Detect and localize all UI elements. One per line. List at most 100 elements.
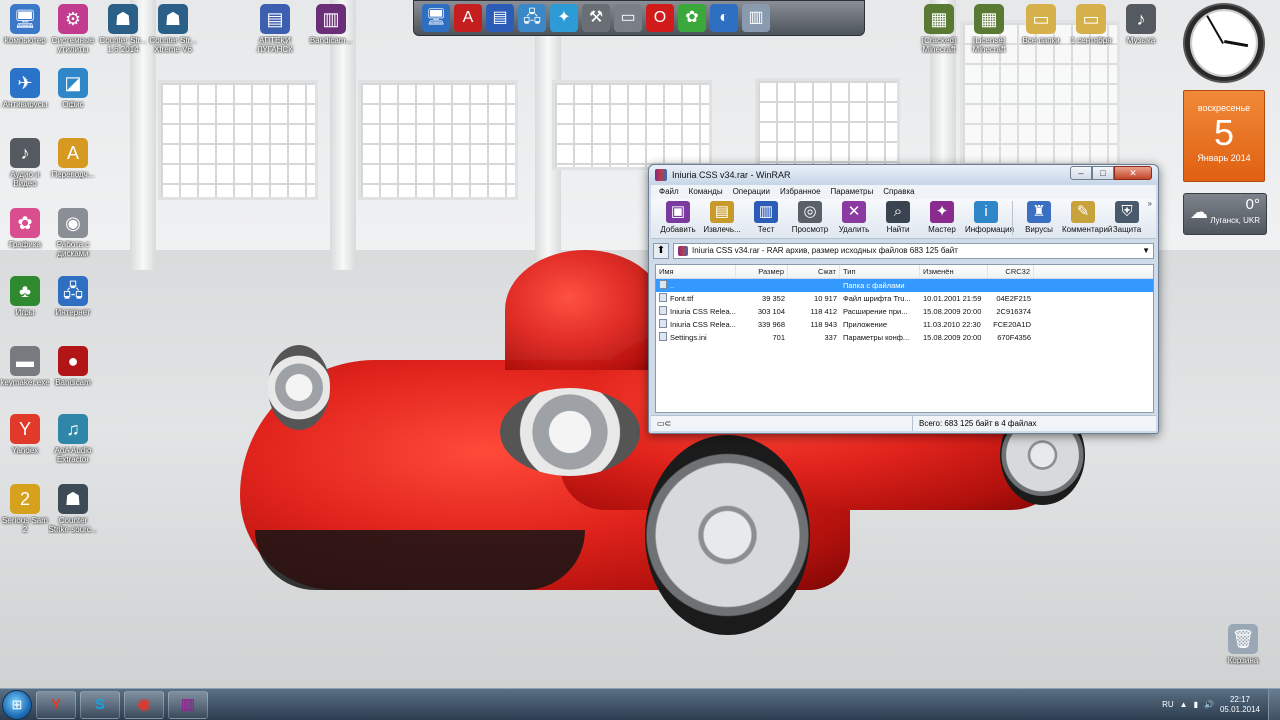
toolbar-wizard-button[interactable]: ✦ Мастер — [921, 201, 963, 234]
dock-icon-network[interactable]: 🖧 — [518, 4, 546, 32]
language-indicator[interactable]: RU — [1162, 700, 1174, 709]
toolbar-test-button[interactable]: ▥ Тест — [745, 201, 787, 234]
desktop-icon-music[interactable]: ♪ Музыка — [1116, 4, 1166, 45]
desktop-icon-label: Все папки — [1022, 36, 1060, 45]
desktop-icon-apteki[interactable]: ▤ АПТЕКИ ЛУГАНСК — [250, 4, 300, 54]
desktop-icon-license-minecraft[interactable]: ▦ [License] Minecraft — [964, 4, 1014, 54]
file-icon — [659, 319, 667, 328]
menu-item[interactable]: Команды — [689, 185, 723, 199]
file-name-text: Settings.ini — [670, 333, 707, 342]
desktop-icon-recycle-bin[interactable]: 🗑 Корзина — [1218, 624, 1268, 665]
desktop-icon-office[interactable]: ◪ Офис — [48, 68, 98, 109]
winrar-window[interactable]: Iniuria CSS v34.rar - WinRAR – □ ✕ Файл К… — [648, 164, 1159, 434]
desktop-icon-antivirus[interactable]: ✈ Антивирусы — [0, 68, 50, 109]
desktop-icon-audio-extractor[interactable]: ♫ AoA Audio Extractor — [48, 414, 98, 464]
tray-arrow-icon[interactable]: ▲ — [1180, 700, 1188, 709]
menu-item[interactable]: Операции — [733, 185, 770, 199]
chevron-down-icon[interactable]: ▼ — [1142, 244, 1150, 258]
clock-gadget[interactable] — [1183, 3, 1265, 83]
column-header[interactable]: CRC32 — [988, 265, 1034, 278]
desktop-icon-counter-strike-16[interactable]: ☗ Counter Str... 1.6 2014 — [98, 4, 148, 54]
taskbar-chrome[interactable]: ◉ — [124, 690, 164, 719]
file-row[interactable]: .. Папка с файлами — [656, 279, 1153, 292]
network-icon[interactable]: ▮ — [1194, 700, 1198, 709]
file-row[interactable]: Iniuria CSS Relea... 303 104 118 412 Расшир… — [656, 305, 1153, 318]
dock-icon-computer[interactable]: 🖥 — [422, 4, 450, 32]
taskbar-yandex[interactable]: Y — [36, 690, 76, 719]
menu-item[interactable]: Параметры — [831, 185, 874, 199]
desktop-icon-computer[interactable]: 🖥 Компьютер — [0, 4, 50, 45]
desktop-icon-games[interactable]: ♣ Игры — [0, 276, 50, 317]
column-header[interactable]: Имя — [656, 265, 736, 278]
maximize-button[interactable]: □ — [1092, 166, 1114, 180]
dock-icon-recycle[interactable]: ▥ — [742, 4, 770, 32]
column-header[interactable]: Сжат — [788, 265, 840, 278]
toolbar-comment-button[interactable]: ✎ Комментарий — [1062, 201, 1112, 234]
toolbar-overflow-icon[interactable]: » — [1148, 199, 1152, 208]
dock-icon-browser[interactable]: ◐ — [710, 4, 738, 32]
weather-gadget[interactable]: ☁ 0° Луганск, UKR — [1183, 193, 1267, 235]
minimize-button[interactable]: – — [1070, 166, 1092, 180]
dock-icon-messenger[interactable]: ✦ — [550, 4, 578, 32]
close-button[interactable]: ✕ — [1114, 166, 1152, 180]
menu-item[interactable]: Справка — [883, 185, 914, 199]
toolbar-find-button[interactable]: ⌕ Найти — [877, 201, 919, 234]
calendar-gadget[interactable]: воскресенье 5 Январь 2014 — [1183, 90, 1265, 182]
desktop-icon-yandex[interactable]: Y Yandex — [0, 414, 50, 455]
toolbar-protect-button[interactable]: ⛨ Защита — [1106, 201, 1148, 234]
desktop-icon-cracked-minecraft[interactable]: ▦ [Cracked] Minecraft — [914, 4, 964, 54]
desktop-icon-disk-tools[interactable]: ◉ Работа с дисками — [48, 208, 98, 258]
weather-city: Луганск, UKR — [1210, 216, 1260, 225]
toolbar-view-button[interactable]: ◎ Просмотр — [789, 201, 831, 234]
column-header[interactable]: Размер — [736, 265, 788, 278]
file-row[interactable]: Font.ttf 39 352 10 917 Файл шрифта Tru... 10… — [656, 292, 1153, 305]
file-row[interactable]: Settings.ini 701 337 Параметры конф... 15.08… — [656, 331, 1153, 344]
dock-icon-document[interactable]: ▤ — [486, 4, 514, 32]
desktop-icon-label: Аудио и Видео — [10, 170, 40, 188]
desktop-icon-bandicam-archive[interactable]: ▥ Bandicam... — [306, 4, 356, 45]
desktop-icon-counter-strike-source[interactable]: ☗ Counter Strike sourc... — [48, 484, 98, 534]
desktop-icon-audio-video[interactable]: ♪ Аудио и Видео — [0, 138, 50, 188]
desktop-icon-translators[interactable]: A Переводч... — [48, 138, 98, 179]
menu-item[interactable]: Файл — [659, 185, 679, 199]
toolbar-info-button[interactable]: i Информация — [965, 201, 1014, 234]
desktop-icon-serious-sam[interactable]: 2 Serious Sam 2 — [0, 484, 50, 534]
column-header[interactable]: Изменён — [920, 265, 988, 278]
address-field[interactable]: Iniuria CSS v34.rar - RAR архив, размер … — [673, 243, 1154, 259]
file-list[interactable]: Имя Размер Сжат Тип Изменён CRC32 .. Папка с ф… — [655, 264, 1154, 413]
desktop-icon-internet[interactable]: 🖧 Интернет — [48, 276, 98, 317]
toolbar-extract-button[interactable]: ▤ Извлечь... — [701, 201, 743, 234]
graphics-icon: ✿ — [10, 208, 40, 238]
toolbar-delete-button[interactable]: ✕ Удалить — [833, 201, 875, 234]
desktop-icon-keymaker[interactable]: ▬ keymaker.exe — [0, 346, 50, 387]
file-size: 339 968 — [757, 320, 785, 329]
winrar-titlebar[interactable]: Iniuria CSS v34.rar - WinRAR – □ ✕ — [649, 165, 1158, 185]
calendar-day: 5 — [1213, 112, 1235, 153]
show-desktop-button[interactable] — [1268, 688, 1280, 720]
toolbar-add-button[interactable]: ▣ Добавить — [657, 201, 699, 234]
file-packed: 337 — [824, 333, 837, 342]
file-packed: 118 943 — [810, 320, 837, 329]
dock-icon-icq[interactable]: ✿ — [678, 4, 706, 32]
file-name-text: .. — [670, 281, 675, 290]
toolbar-virus-button[interactable]: ♜ Вирусы — [1018, 201, 1060, 234]
taskbar-skype[interactable]: S — [80, 690, 120, 719]
volume-icon[interactable]: 🔊 — [1204, 700, 1214, 709]
column-header[interactable]: Тип — [840, 265, 920, 278]
start-button[interactable]: ⊞ — [2, 689, 32, 720]
menu-item[interactable]: Избранное — [780, 185, 821, 199]
taskbar-winrar[interactable]: ▥ — [168, 690, 208, 719]
desktop-icon-bandicam[interactable]: ● Bandicam — [48, 346, 98, 387]
dock-icon-opera[interactable]: O — [646, 4, 674, 32]
up-folder-button[interactable]: ⬆ — [653, 243, 669, 259]
file-row[interactable]: Iniuria CSS Relea... 339 968 118 943 Прилож… — [656, 318, 1153, 331]
desktop-icon-graphics[interactable]: ✿ Графика — [0, 208, 50, 249]
desktop-icon-system-utils[interactable]: ⚙ Системные утилиты — [48, 4, 98, 54]
dock-icon-tools[interactable]: ⚒ — [582, 4, 610, 32]
tray-clock[interactable]: 22:17 05.01.2014 — [1220, 695, 1260, 715]
desktop-icon-september-1[interactable]: ▭ 1 сентября — [1066, 4, 1116, 45]
desktop-icon-all-folders[interactable]: ▭ Все папки — [1016, 4, 1066, 45]
desktop-icon-counter-strike-xtreme[interactable]: ☗ Counter Str... Xtreme V6 — [148, 4, 198, 54]
dock-icon-acrobat[interactable]: A — [454, 4, 482, 32]
dock-icon-scanner[interactable]: ▭ — [614, 4, 642, 32]
